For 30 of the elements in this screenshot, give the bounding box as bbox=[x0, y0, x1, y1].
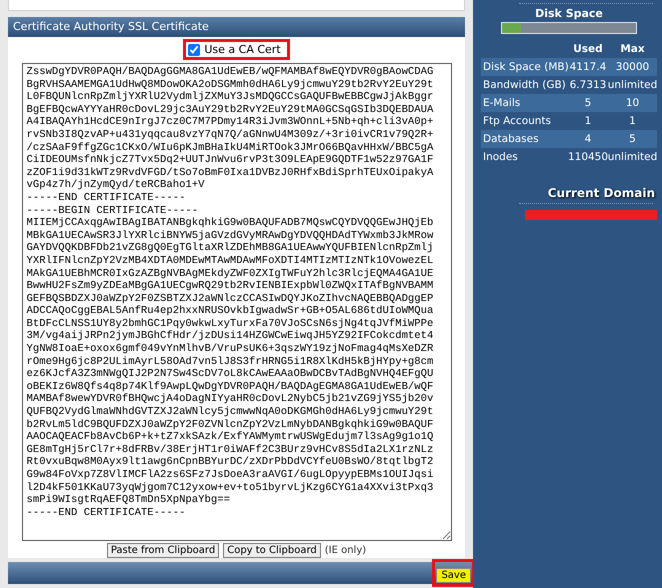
table-cell: 10 bbox=[626, 97, 640, 109]
note-text: (IE only) bbox=[324, 545, 366, 556]
table-cell: 1 bbox=[629, 115, 636, 127]
column-header: Max bbox=[620, 43, 645, 55]
table-cell: unlimited bbox=[608, 151, 658, 163]
table-cell: 4 bbox=[584, 133, 592, 145]
clipboard-button[interactable]: Copy to Clipboard bbox=[223, 543, 321, 558]
table-cell-text: Ftp Accounts bbox=[482, 115, 552, 127]
table-cell: 6.7313 bbox=[570, 79, 606, 91]
table-cell: unlimited bbox=[608, 79, 658, 91]
table-cell: 5 bbox=[584, 97, 592, 109]
table-cell: 110450 bbox=[568, 151, 608, 163]
disk-space-title: Disk Space bbox=[534, 7, 604, 20]
table-cell-text: Inodes bbox=[482, 151, 519, 163]
table-cell-text: E-Mails bbox=[482, 97, 522, 109]
table-cell-text: Bandwidth (GB) bbox=[482, 79, 567, 91]
current-domain-title: Current Domain bbox=[546, 186, 656, 200]
section-header: Certificate Authority SSL Certificate bbox=[8, 17, 465, 37]
table-cell-text: Databases bbox=[482, 133, 540, 145]
table-cell: 30000 bbox=[616, 61, 650, 73]
table-cell: 4117.4 bbox=[570, 61, 606, 73]
table-cell-text: Disk Space (MB) bbox=[482, 61, 568, 73]
clipboard-button[interactable]: Paste from Clipboard bbox=[106, 543, 220, 558]
save-button[interactable]: Save bbox=[436, 568, 471, 583]
column-header: Used bbox=[573, 43, 603, 55]
use-ca-cert-checkbox[interactable] bbox=[188, 44, 200, 56]
table-cell: 1 bbox=[584, 115, 592, 127]
certificate-field[interactable]: ZsswDgYDVR0PAQH/BAQDAgGGMA8GA1UdEwEB/wQFMAMBAf8wEQYDVR0gBAowCDAG BgRVHSAAMEMGA1UdHwQ8MDowOKA2oDSGMmh0dHA6Ly9jcmwuY29tb2RvY2EuY29t L0FBQUNlcnRpZmljYXRlU2VydmljZXMuY3JsMDQGCCsGAQUFBwEBBCgwJjAkBggr BgEFBQcwAYYYaHR0cDovL29jc3AuY29tb2RvY2EuY29tMA0GCSqGSIb3DQEBDAUA A4IBAQAYh1HcdCE9nIrgJ7cz0C7M7PDmy14R3iJvm3WOnnL+5Nb+qh+cli3vA0p+ rvSNb3I8QzvAP+u431yqqcau8vzY7qN7Q/aGNnwU4M309z/+3ri0ivCR1v79Q2R+ /czSAaF9ffgZGc1CKxO/WIu6pKJmBHaIkU4MiRTOok3JMrO66BQavHHxW/BBC5gA CiIDEOUMsfnNkjcZ7Tvx5Dq2+UUTJnWvu6rvP3t3O9LEApE9GQDTF1w52z97GA1F zZOF1i9d31kWTz9RvdVFGD/tSo7oBmF0Ixa1DVBzJ0RHfxBdiSprhTEUxOipakyA vGp4z7h/jnZymQyd/teRCBaho1+V -----END CERTIFICATE----- -----BEGIN CERTIFICATE----- MIIEMjCCAxqgAwIBAgIBATANBgkqhkiG9w0BAQUFADB7MQswCQYDVQQGEwJHQjEb MBkGA1UECAwSR3JlYXRlciBNYW5jaGVzdGVyMRAwDgYDVQQHDAdTYWxmb3JkMRow GAYDVQQKDBFDb21vZG8gQ0EgTGltaXRlZDEhMB8GA1UEAwwYQUFBIENlcnRpZmlj YXRlIFNlcnZpY2VzMB4XDTA0MDEwMTAwMDAwMFoXDTI4MTIzMTIzNTk1OVowezEL MAkGA1UEBhMCR0IxGzAZBgNVBAgMEkdyZWF0ZXIgTWFuY2hlc3RlcjEQMA4GA1UE BwwHU2FsZm9yZDEaMBgGA1UECgwRQ29tb2RvIENBIExpbWl0ZWQxITAfBgNVBAMM GEFBQSBDZXJ0aWZpY2F0ZSBTZXJ2aWNlczCCASIwDQYJKoZIhvcNAQEBBQADggEP ADCCAQoCggEBAL5AnfRu4ep2hxxNRUSOvkbIgwadwSr+GB+O5AL686tdUIoWMQua BtDFcCLNSS1UY8y2bmhGC1Pqy0wkwLxyTurxFa70VJoSCsN6sjNg4tqJVfMiWPPe 3M/vg4aijJRPn2jymJBGhCfHdr/jzDUsi14HZGWCwEiwqJH5YZ92IFCokcdmtet4 YgNW8IoaE+oxox6gmf049vYnMlhvB/VruPsUK6+3qszWY19zjNoFmag4qMsXeDZR rOme9Hg6jc8P2ULimAyrL58OAd7vn5lJ8S3frHRNG5i1R8XlKdH5kBjHYpy+g8cm ez6KJcfA3Z3mNWgQIJ2P2N7Sw4ScDV7oL8kCAwEAAaOBwDCBvTAdBgNVHQ4EFgQU oBEKIz6W8Qfs4q8p74Klf9AwpLQwDgYDVR0PAQH/BAQDAgEGMA8GA1UdEwEB/wQF MAMBAf8wewYDVR0fBHQwcjA4oDagNIYyaHR0cDovL2NybC5jb21vZG9jYS5jb20v QUFBQ2VydGlmaWNhdGVTZXJ2aWNlcy5jcmwwNqA0oDKGMGh0dHA6Ly9jcmwuY29t b2RvLm5ldC9BQUFDZXJ0aWZpY2F0ZVNlcnZpY2VzLmNybDANBgkqhkiG9w0BAQUF AAOCAQEACFb8AvCb6P+k+tZ7xkSAzk/ExfYAWMymtrwUSWgEdujm7l3sAg9g1o1Q GE8mTgHj5rCl7r+8dFRBv/38ErjHT1r0iWAFf2C3BUrz9vHCv8S5dIa2LX1rzNLz Rt0vxuBqw8M0Ayx9lt1awg6nCpnBBYurDC/zXDrPbDdVCYfeU0BsWO/8tqtlbgT2 G9w84FoVxp7Z8VlIMCFlA2zs6SFz7JsDoeA3raAVGI/6ugLOpyypEBMs1OUIJqsi l2D4kF501KKaU73yqWjgom7C12yxow+ev+to51byrvLjKzg6CYG1a4XXvi3tPxq3 smPi9WIsgtRqAEFQ8TmDn5XpNpaYbg== -----END CERTIFICATE----- bbox=[22, 63, 452, 541]
table-cell: 5 bbox=[629, 133, 636, 145]
checkbox-label[interactable]: Use a CA Cert bbox=[204, 43, 281, 56]
